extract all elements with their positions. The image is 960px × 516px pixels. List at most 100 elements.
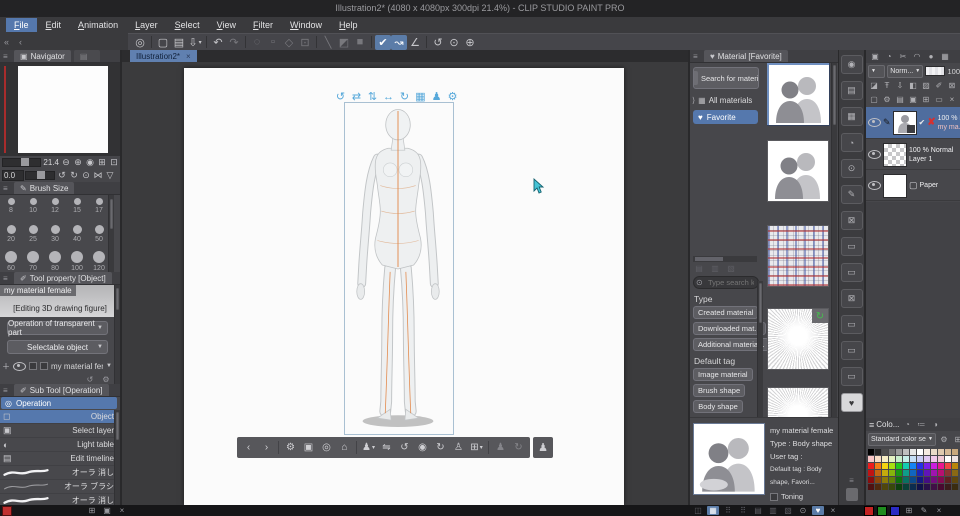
color-swatch[interactable] (875, 449, 881, 455)
new-folder-icon[interactable]: ▤ (894, 95, 906, 104)
color-slider-tab-icon[interactable]: ≔ (915, 420, 927, 429)
color-swatch[interactable] (917, 449, 923, 455)
color-swatch[interactable] (889, 463, 895, 469)
clip-to-layer-icon[interactable]: ◪ (868, 81, 880, 90)
brush-size-60[interactable]: 60 (0, 243, 22, 272)
all-materials-item[interactable]: ⟩ ▦ All materials (692, 93, 762, 107)
clear-layer-icon[interactable]: ▭ (933, 95, 945, 104)
color-swatch[interactable] (938, 463, 944, 469)
default-tag-filter-button[interactable]: Body shape (693, 400, 743, 413)
add-color-set-icon[interactable]: ⊞ (952, 435, 960, 444)
text-layer-icon[interactable]: Ŧ (881, 81, 893, 90)
mask-visibility-icon[interactable]: ⊠ (946, 81, 958, 90)
color-swatch[interactable] (896, 456, 902, 462)
tab-subview[interactable]: ▤ (73, 50, 100, 62)
color-swatch[interactable] (910, 463, 916, 469)
plaid-pattern-thumbnail[interactable] (767, 225, 829, 287)
color-swatch[interactable] (896, 484, 902, 490)
color-swatch[interactable] (903, 456, 909, 462)
color-swatch[interactable] (924, 477, 930, 483)
checkbox[interactable] (29, 362, 37, 370)
color-swatch[interactable] (903, 470, 909, 476)
sub-view-icon[interactable]: ▤ (840, 81, 863, 100)
tab-material-favorite[interactable]: ♥ Material [Favorite] (704, 50, 788, 62)
ruler-line-icon[interactable]: ╲ (320, 35, 336, 50)
initial-pose-icon[interactable]: ↺ (396, 439, 413, 456)
select-polygon-icon[interactable]: ◇ (281, 35, 297, 50)
folder-edit-icon[interactable]: ▧ (725, 264, 737, 273)
new-canvas-icon[interactable]: ▢ (155, 35, 171, 50)
cel-tab-icon[interactable]: ✂ (897, 52, 909, 61)
subtool-brush-item[interactable]: オーラ ブラシ (0, 480, 120, 494)
move-to-ground-icon[interactable]: ⌂ (336, 439, 353, 456)
convert-layer-icon[interactable]: ♟ (492, 439, 509, 456)
next-model-icon[interactable]: › (258, 439, 275, 456)
color-swatch[interactable] (889, 470, 895, 476)
menu-edit[interactable]: Edit (38, 18, 70, 32)
gradient-icon[interactable]: ◩ (336, 35, 352, 50)
color-swatch[interactable] (896, 470, 902, 476)
color-swatch[interactable] (868, 470, 874, 476)
brush-size-20[interactable]: 20 (0, 214, 22, 243)
subtool-edit-timeline[interactable]: ▤ Edit timeline (0, 452, 120, 466)
fit-to-screen-icon[interactable]: ⊞ (96, 157, 108, 168)
rotate-view-icon[interactable]: ↺ (430, 35, 446, 50)
pose-list-icon[interactable]: ⊞ ▾ (468, 439, 485, 456)
brush-size-30[interactable]: 30 (44, 214, 66, 243)
color-wheel-tab-icon[interactable]: ◔ (901, 420, 913, 429)
fill-icon[interactable]: ■ (352, 35, 368, 50)
menu-select[interactable]: Select (167, 18, 208, 32)
color-swatch[interactable] (889, 456, 895, 462)
export-model-icon[interactable]: ↻ (510, 439, 527, 456)
default-tag-filter-button[interactable]: Brush shape (693, 384, 746, 397)
select-marquee-icon[interactable]: ◌ (249, 35, 265, 50)
tab-navigator[interactable]: ▣ Navigator (14, 50, 71, 62)
color-swatch[interactable] (896, 477, 902, 483)
color-swatch[interactable] (917, 463, 923, 469)
color-swatch[interactable] (910, 477, 916, 483)
zoom-out-icon[interactable]: ⊖ (60, 157, 72, 168)
color-swatch[interactable] (875, 484, 881, 490)
flip-horizontal-icon[interactable]: ⋈ (92, 170, 104, 181)
new-layer-icon[interactable]: ▢ (868, 95, 880, 104)
color-swatch[interactable] (903, 449, 909, 455)
brush-size-15[interactable]: 15 (66, 195, 88, 214)
tab-brush-size[interactable]: ✎ Brush Size (14, 182, 75, 194)
color-swatch[interactable] (903, 484, 909, 490)
view-list-icon[interactable]: ◫ (692, 506, 704, 515)
color-set-combo[interactable]: Standard color set ▼ (868, 432, 936, 446)
import-material-icon[interactable]: ▧ (782, 506, 794, 515)
color-swatch[interactable] (938, 449, 944, 455)
information-icon[interactable]: ⊠ (840, 211, 863, 230)
color-swatch[interactable] (910, 470, 916, 476)
color-swatch[interactable] (868, 449, 874, 455)
color-tab-label[interactable]: Colo... (876, 420, 899, 429)
edit-color-set-icon[interactable]: ⚙ (938, 435, 950, 444)
color-swatch[interactable] (875, 456, 881, 462)
brush-size-17[interactable]: 17 (88, 195, 110, 214)
color-swatch[interactable] (917, 456, 923, 462)
checkbox[interactable] (40, 362, 48, 370)
menu-layer[interactable]: Layer (127, 18, 166, 32)
color-swatch[interactable] (945, 477, 951, 483)
camera-angle-icon[interactable]: ▣ (300, 439, 317, 456)
brush-size-70[interactable]: 70 (22, 243, 44, 272)
lock-transparent-icon[interactable]: ▨ (920, 81, 932, 90)
flip-pose-icon[interactable]: ⇋ (378, 439, 395, 456)
color-swatch[interactable] (868, 484, 874, 490)
navigator-rotate-slider[interactable] (25, 171, 55, 180)
subtool-light-table[interactable]: ◐ Light table (0, 438, 120, 452)
color-swatch[interactable] (889, 477, 895, 483)
type-filter-button[interactable]: Downloaded mat... (693, 322, 766, 335)
menu-animation[interactable]: Animation (70, 18, 126, 32)
menu-burger-icon[interactable]: ≡ (3, 184, 11, 193)
collapse-arrow-icon[interactable]: ‹ (19, 37, 22, 47)
type-filter-button[interactable]: Created material (693, 306, 759, 319)
color-swatch[interactable] (952, 477, 958, 483)
redo-icon[interactable]: ↷ (226, 35, 242, 50)
document-tab[interactable]: Illustration2* × (130, 50, 197, 62)
color-swatch[interactable] (945, 449, 951, 455)
edit-pose-button[interactable]: ♟ (533, 437, 553, 458)
color-swatch[interactable] (896, 463, 902, 469)
fit-to-view-icon[interactable]: ◎ (318, 439, 335, 456)
